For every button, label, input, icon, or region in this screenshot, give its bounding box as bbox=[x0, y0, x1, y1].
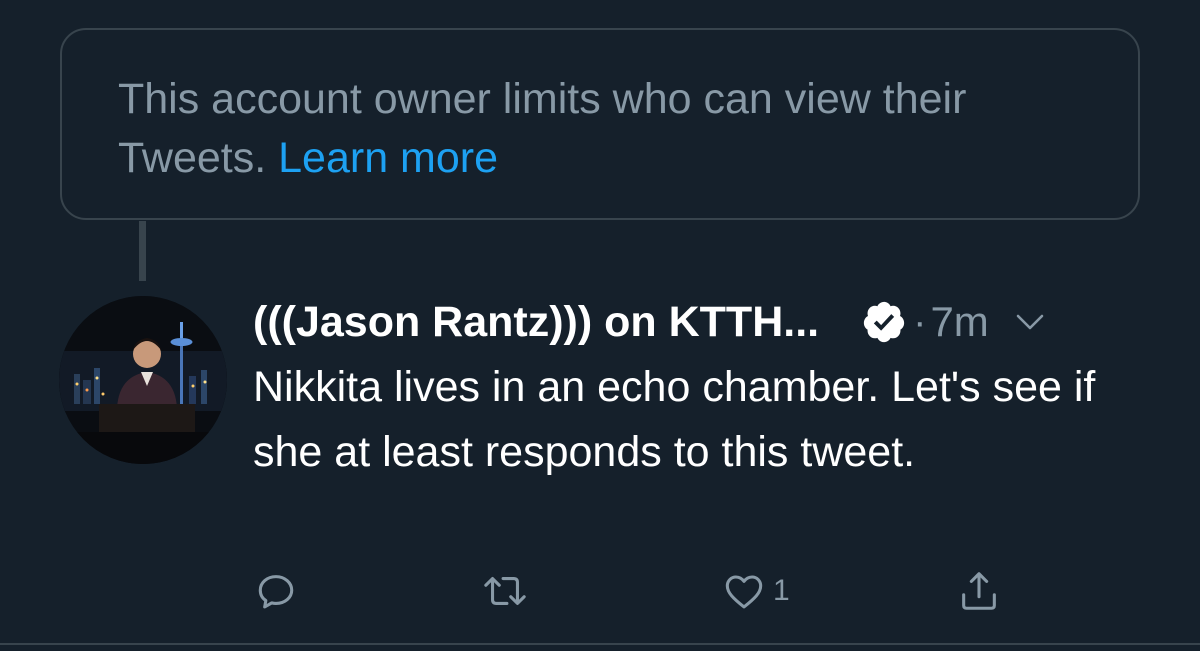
like-count: 1 bbox=[773, 574, 790, 607]
header-separator: · bbox=[913, 299, 927, 344]
retweet-icon bbox=[484, 577, 526, 605]
reply-icon bbox=[258, 575, 294, 609]
learn-more-link[interactable]: Learn more bbox=[278, 134, 498, 182]
notice-text: This account owner limits who can view t… bbox=[118, 75, 967, 182]
tweet-header: (((Jason Rantz))) on KTTH... · 7m bbox=[253, 290, 1045, 354]
tweet-timestamp[interactable]: 7m bbox=[930, 298, 988, 346]
bottom-divider bbox=[0, 643, 1200, 645]
avatar-image bbox=[59, 296, 227, 464]
tweet-screen: This account owner limits who can view t… bbox=[0, 0, 1200, 651]
chevron-down-icon[interactable] bbox=[1015, 307, 1045, 337]
avatar[interactable] bbox=[59, 296, 227, 464]
thread-connector-line bbox=[139, 221, 146, 281]
share-icon bbox=[962, 572, 996, 610]
reply-button[interactable] bbox=[253, 568, 299, 614]
verified-badge-icon bbox=[861, 299, 907, 345]
retweet-button[interactable] bbox=[478, 568, 532, 614]
like-button[interactable]: 1 bbox=[721, 568, 790, 614]
protected-account-notice: This account owner limits who can view t… bbox=[60, 28, 1140, 220]
display-name[interactable]: (((Jason Rantz))) on KTTH... bbox=[253, 298, 819, 347]
share-button[interactable] bbox=[956, 568, 1002, 614]
tweet-text: Nikkita lives in an echo chamber. Let's … bbox=[253, 363, 1096, 476]
heart-icon bbox=[725, 575, 763, 609]
